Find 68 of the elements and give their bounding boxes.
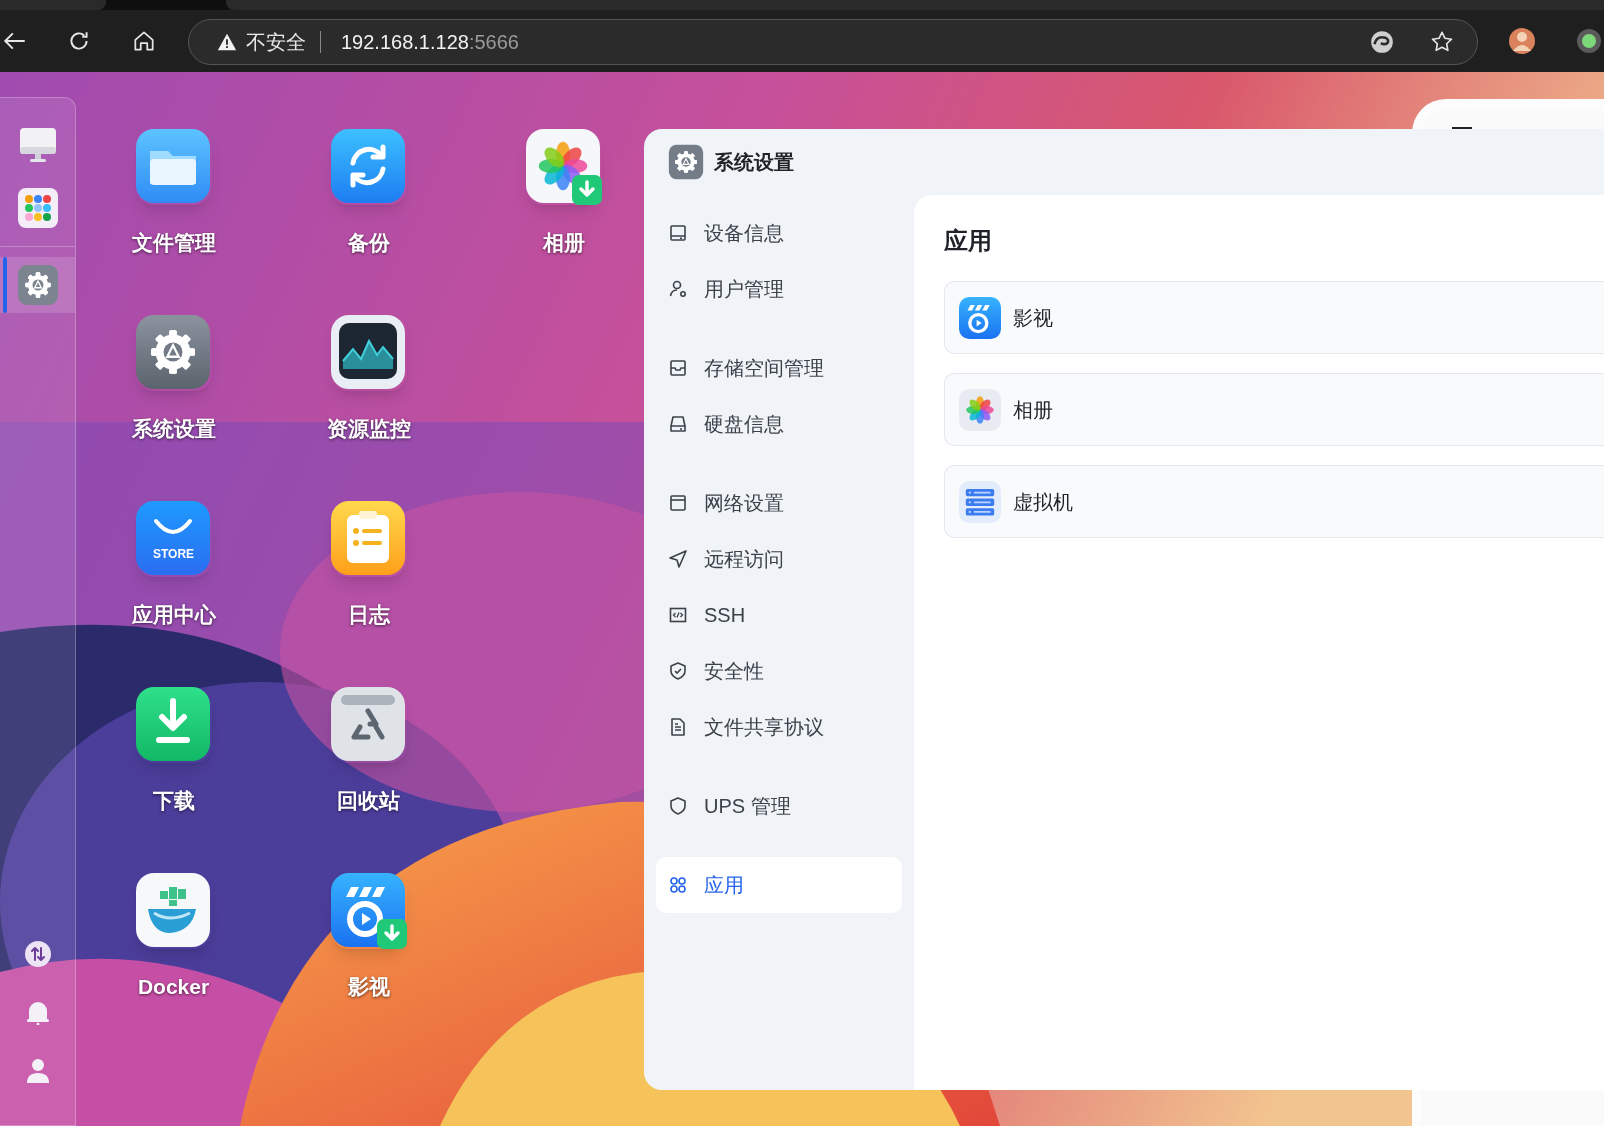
sidebar-item[interactable]: 设备信息 [656, 205, 902, 261]
gear-icon [668, 144, 704, 180]
dock-item[interactable] [0, 257, 75, 313]
send-icon [668, 549, 688, 569]
gear-icon [135, 315, 210, 389]
app-label: 备份 [347, 230, 390, 256]
address-bar[interactable]: 不安全 192.168.1.128:5666 [188, 19, 1478, 65]
sidebar-item[interactable]: 应用 [656, 857, 902, 913]
transfer-icon[interactable] [24, 941, 51, 967]
user-gear-icon [668, 279, 688, 299]
shield-check-icon [668, 661, 688, 681]
sync-arrows-icon [330, 129, 405, 203]
app-label: 日志 [347, 602, 390, 628]
shopping-bag-icon [135, 501, 210, 575]
app-label: 下载 [152, 788, 195, 814]
extension-status-icon[interactable] [1576, 28, 1602, 54]
document-icon [668, 717, 688, 737]
app-label: 回收站 [337, 788, 400, 814]
section-heading: 应用 [944, 226, 993, 256]
app-label: 影视 [347, 974, 390, 1000]
monitor-icon [668, 223, 688, 243]
app-label: 文件管理 [131, 230, 216, 256]
profile-avatar-icon[interactable] [1508, 27, 1536, 55]
bell-icon[interactable] [24, 999, 51, 1025]
sidebar-item[interactable]: 安全性 [656, 643, 902, 699]
swirl-icon[interactable] [1369, 29, 1395, 55]
app-label: 应用中心 [131, 602, 216, 628]
icon-label: STORE [151, 546, 196, 563]
sidebar-item[interactable]: 硬盘信息 [656, 396, 902, 452]
app-icon[interactable] [135, 687, 212, 763]
app-icon[interactable] [135, 315, 212, 391]
clipboard-icon [330, 501, 405, 575]
chart-screen-icon [330, 315, 405, 389]
download-badge-icon [376, 919, 407, 949]
app-label: 相册 [542, 230, 585, 256]
download-badge-icon [571, 175, 602, 205]
window-icon [668, 493, 688, 513]
sidebar-item[interactable]: UPS 管理 [656, 778, 902, 834]
shield-icon [668, 796, 688, 816]
user-icon[interactable] [24, 1057, 51, 1083]
app-card[interactable]: 影视 [944, 281, 1604, 354]
app-card[interactable]: 相册 [944, 373, 1604, 446]
app-grid-icon [16, 187, 59, 229]
app-icon[interactable] [330, 873, 407, 949]
app-label: 资源监控 [326, 416, 411, 442]
inbox-icon [668, 358, 688, 378]
sidebar-item[interactable]: 网络设置 [656, 475, 902, 531]
url-text[interactable]: 192.168.1.128:5666 [341, 27, 519, 57]
security-label[interactable]: 不安全 [246, 27, 306, 57]
app-label: Docker [137, 974, 210, 1000]
flower-icon [959, 388, 1001, 431]
server-stack-icon [959, 480, 1001, 523]
gear-icon [16, 264, 59, 306]
sidebar-item[interactable]: SSH [656, 587, 902, 643]
app-card[interactable]: 虚拟机 [944, 465, 1604, 538]
sidebar-item[interactable]: 存储空间管理 [656, 340, 902, 396]
drive-icon [668, 414, 688, 434]
sidebar-item[interactable]: 文件共享协议 [656, 699, 902, 755]
folder-icon [135, 129, 210, 203]
play-clapper-icon [959, 296, 1001, 339]
app-icon[interactable] [330, 315, 407, 391]
app-label: 系统设置 [131, 416, 216, 442]
grid-icon [668, 875, 688, 895]
code-icon [668, 605, 688, 625]
sidebar-item[interactable]: 用户管理 [656, 261, 902, 317]
window-title: 系统设置 [714, 150, 794, 175]
sidebar-item[interactable]: 远程访问 [656, 531, 902, 587]
download-icon [135, 687, 210, 761]
